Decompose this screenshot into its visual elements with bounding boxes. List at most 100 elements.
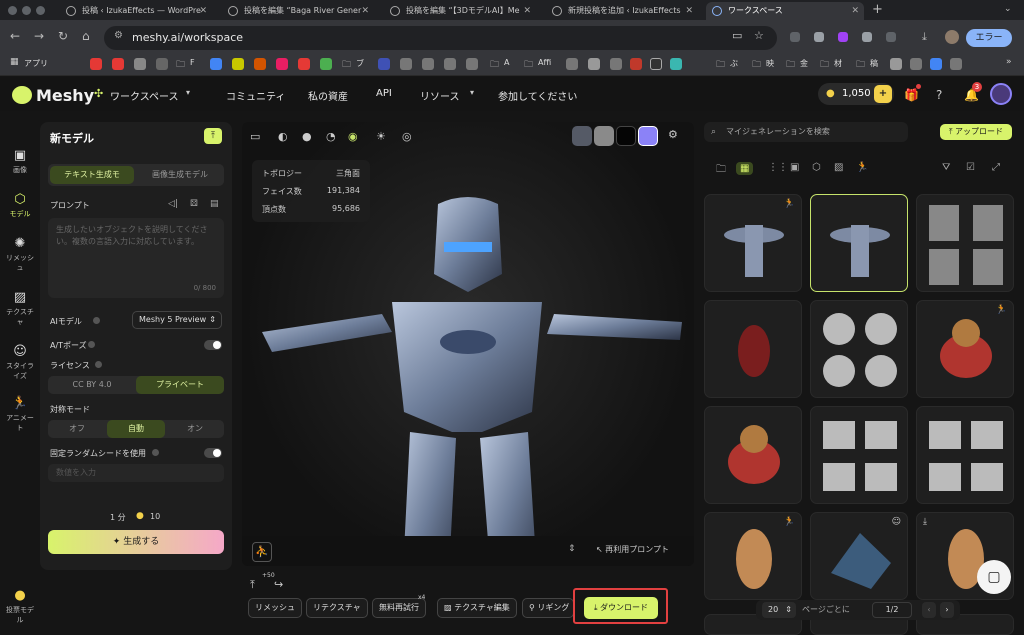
info-icon[interactable] — [152, 449, 159, 456]
close-icon[interactable]: ✕ — [199, 2, 207, 20]
seed-input[interactable]: 数値を入力 — [48, 464, 224, 482]
speaker-icon[interactable]: ◁| — [168, 199, 178, 209]
environment-icon[interactable]: ◎ — [402, 130, 412, 143]
extension-icon[interactable] — [790, 32, 800, 42]
reuse-prompt-button[interactable]: ↖ 再利用プロンプト — [596, 544, 669, 555]
light-icon[interactable]: ☀ — [376, 130, 386, 143]
generation-thumbnail[interactable]: 🏃 — [704, 194, 802, 292]
texture-filter-icon[interactable]: ▨ — [834, 162, 843, 173]
help-icon[interactable]: ? — [936, 88, 942, 102]
browser-tab[interactable]: 投稿を編集 “Baga River Gener ✕ — [222, 2, 374, 20]
bookmark-icon[interactable] — [610, 58, 622, 70]
texture-view-icon[interactable]: ◉ — [348, 130, 358, 143]
bookmark-folder[interactable]: 稿 — [870, 58, 878, 69]
nav-community[interactable]: コミュニティ — [226, 88, 285, 103]
window-close-button[interactable] — [8, 6, 17, 15]
nav-api[interactable]: API — [376, 88, 392, 99]
free-retry-button[interactable]: 無料再試行 — [372, 598, 426, 618]
next-page-icon[interactable]: › — [940, 602, 954, 618]
dice-icon[interactable]: ⚄ — [190, 199, 198, 209]
folder-icon[interactable]: 🗀 — [490, 57, 499, 73]
close-icon[interactable]: ✕ — [361, 2, 369, 20]
rail-model[interactable]: ⬡ モデル — [4, 192, 36, 219]
folder-icon[interactable]: 🗀 — [342, 57, 351, 73]
bookmark-icon[interactable] — [232, 58, 244, 70]
symmetry-off-option[interactable]: オフ — [48, 420, 106, 438]
monitor-icon[interactable]: ▭ — [250, 130, 260, 143]
bookmark-icon[interactable] — [890, 58, 902, 70]
close-icon[interactable]: ✕ — [851, 2, 859, 20]
add-credits-button[interactable]: + — [874, 85, 892, 103]
back-icon[interactable]: ← — [10, 29, 20, 43]
bg-swatch-purple[interactable] — [638, 126, 658, 146]
address-bar[interactable]: ⚙ meshy.ai/workspace ▭ ☆ — [104, 26, 777, 50]
bookmark-star-icon[interactable]: ☆ — [754, 29, 764, 42]
generation-thumbnail[interactable] — [704, 300, 802, 398]
youtube-icon[interactable] — [112, 58, 124, 70]
bookmark-folder[interactable]: F — [190, 58, 195, 67]
window-minimize-button[interactable] — [22, 6, 31, 15]
close-icon[interactable]: ✕ — [523, 2, 531, 20]
bookmark-icon[interactable] — [378, 58, 390, 70]
info-icon[interactable] — [95, 361, 102, 368]
search-generations-input[interactable]: ⌕ マイジェネレーションを検索 — [704, 122, 908, 142]
folder-icon[interactable]: 🗀 — [856, 57, 865, 73]
extension-icon[interactable] — [814, 32, 824, 42]
dense-grid-icon[interactable]: ⋮⋮ — [768, 162, 788, 173]
youtube-icon[interactable] — [90, 58, 102, 70]
template-icon[interactable]: ▤ — [210, 199, 219, 209]
browser-tab-active[interactable]: ワークスペース ✕ — [706, 2, 864, 20]
bookmark-icon[interactable] — [930, 58, 942, 70]
bookmark-icon[interactable] — [298, 58, 310, 70]
page-indicator[interactable]: 1/2 — [872, 602, 912, 618]
symmetry-auto-option[interactable]: 自動 — [107, 420, 165, 438]
wireframe-icon[interactable]: ◔ — [326, 130, 336, 143]
extensions-puzzle-icon[interactable] — [886, 32, 896, 42]
cube-filter-icon[interactable]: ⬡ — [812, 162, 821, 173]
folder-icon[interactable]: 🗀 — [716, 162, 726, 179]
apps-grid-icon[interactable]: ▦ — [10, 57, 19, 67]
image-filter-icon[interactable]: ▣ — [790, 162, 799, 173]
remesh-button[interactable]: リメッシュ — [248, 598, 302, 618]
shading-icon[interactable]: ◐ — [278, 130, 288, 143]
bookmark-icon[interactable] — [588, 58, 600, 70]
bg-swatch-texture[interactable] — [572, 126, 592, 146]
downloads-icon[interactable]: ⤓ — [922, 30, 927, 44]
more-bookmarks-icon[interactable]: » — [1006, 57, 1012, 67]
site-info-icon[interactable]: ⚙ — [114, 30, 123, 41]
browser-tab[interactable]: 投稿を編集 “【3DモデルAI】Me ✕ — [384, 2, 536, 20]
rail-texture[interactable]: ▨ テクスチャ — [4, 290, 36, 327]
folder-icon[interactable]: 🗀 — [176, 57, 185, 73]
gift-icon[interactable]: 🎁 — [904, 88, 919, 102]
browser-tab[interactable]: 投稿 ‹ IzukaEffects — WordPre ✕ — [60, 2, 212, 20]
share-icon[interactable]: ↪ — [274, 578, 283, 591]
bookmark-icon[interactable] — [910, 58, 922, 70]
chevron-updown-icon[interactable]: ⇕ — [568, 544, 576, 554]
forward-icon[interactable]: → — [34, 29, 44, 43]
generate-button[interactable]: ✦ 生成する — [48, 530, 224, 554]
expand-icon[interactable]: ⤢ — [992, 162, 1000, 173]
prev-page-icon[interactable]: ‹ — [922, 602, 936, 618]
browser-error-button[interactable]: エラー — [966, 29, 1012, 47]
retexture-button[interactable]: リテクスチャ — [306, 598, 368, 618]
bookmark-icon[interactable] — [566, 58, 578, 70]
animate-filter-icon[interactable]: 🏃 — [856, 162, 868, 173]
folder-icon[interactable]: 🗀 — [716, 57, 725, 73]
bg-swatch-black[interactable] — [616, 126, 636, 146]
license-private-option[interactable]: プライベート — [136, 376, 224, 394]
new-tab-icon[interactable]: + — [872, 2, 883, 17]
chat-support-icon[interactable]: ▢ — [977, 560, 1011, 594]
filter-icon[interactable]: ⛛ — [942, 162, 950, 173]
profile-avatar[interactable] — [945, 30, 959, 44]
generation-thumbnail[interactable]: 🏃 — [916, 300, 1014, 398]
page-size-select[interactable]: 20 ⇕ — [762, 602, 796, 618]
bookmark-icon[interactable] — [422, 58, 434, 70]
rail-remesh[interactable]: ✺ リメッシュ — [4, 236, 36, 273]
bookmark-icon[interactable] — [254, 58, 266, 70]
rail-vote[interactable]: ● 投票モデル — [4, 588, 36, 625]
bookmark-folder[interactable]: 金 — [800, 58, 808, 69]
tab-image-to-3d[interactable]: 画像生成モデル — [138, 166, 222, 184]
tab-text-to-3d[interactable]: テキスト生成モ — [50, 166, 134, 184]
extension-icon[interactable] — [838, 32, 848, 42]
generation-thumbnail[interactable]: 🏃 — [704, 512, 802, 600]
